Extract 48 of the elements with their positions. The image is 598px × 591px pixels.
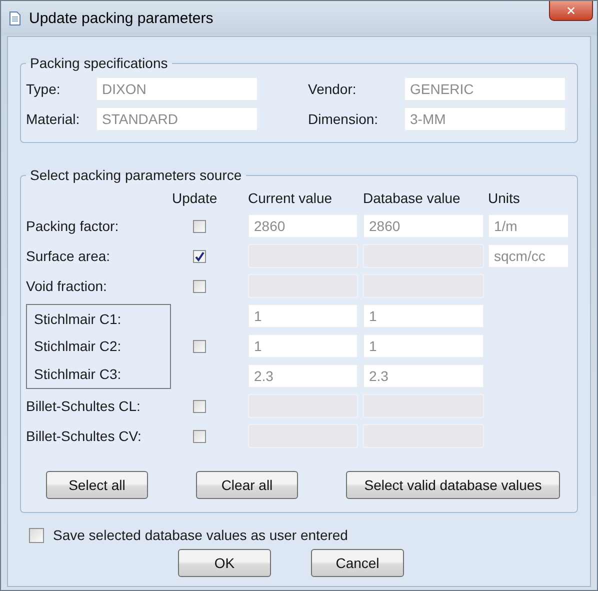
- parameter-label: Stichlmair C3:: [34, 366, 122, 382]
- dialog-button[interactable]: Cancel: [311, 549, 404, 577]
- close-button[interactable]: ✕: [549, 1, 593, 21]
- value-field[interactable]: 1: [248, 334, 358, 358]
- value-field[interactable]: 2860: [248, 214, 358, 238]
- value-field[interactable]: 2.3: [248, 364, 358, 388]
- parameter-label: Void fraction:: [26, 278, 108, 294]
- parameter-label: Stichlmair C2:: [34, 338, 122, 354]
- parameter-label: Surface area:: [26, 248, 112, 264]
- value-field[interactable]: 2.3: [363, 364, 484, 388]
- units-field[interactable]: sqcm/cc: [488, 244, 569, 268]
- field-label: Vendor:: [308, 81, 358, 97]
- column-header: Current value: [248, 190, 334, 206]
- value-field[interactable]: 1: [248, 304, 358, 328]
- text-field[interactable]: 3-MM: [404, 107, 566, 131]
- action-button[interactable]: Select valid database values: [346, 471, 560, 499]
- parameter-label: Billet-Schultes CL:: [26, 398, 142, 414]
- update-checkbox[interactable]: [193, 280, 206, 292]
- save-checkbox[interactable]: [29, 528, 44, 542]
- action-button[interactable]: Select all: [46, 471, 148, 499]
- column-header: Units: [488, 190, 521, 206]
- field-label: Material:: [26, 111, 81, 127]
- text-field[interactable]: DIXON: [96, 77, 258, 101]
- update-checkbox[interactable]: [193, 250, 206, 262]
- text-field[interactable]: GENERIC: [404, 77, 566, 101]
- units-field[interactable]: 1/m: [488, 214, 569, 238]
- text-field[interactable]: STANDARD: [96, 107, 258, 131]
- value-field[interactable]: 2860: [363, 214, 484, 238]
- column-header: Database value: [363, 190, 462, 206]
- parameter-label: Stichlmair C1:: [34, 310, 122, 327]
- document-icon: [9, 10, 21, 26]
- field-label: Dimension:: [308, 111, 380, 127]
- group-title: Select packing parameters source: [29, 167, 243, 183]
- value-field[interactable]: 1: [363, 334, 484, 358]
- field-label: Type:: [26, 81, 62, 97]
- update-checkbox[interactable]: [193, 430, 206, 442]
- window-title: Update packing parameters: [29, 10, 214, 26]
- parameter-label: Billet-Schultes CV:: [26, 428, 142, 444]
- dialog-button[interactable]: OK: [178, 549, 271, 577]
- checkbox-label: Save selected database values as user entered: [53, 527, 348, 543]
- update-checkbox[interactable]: [193, 340, 206, 352]
- parameter-label: Packing factor:: [26, 218, 120, 234]
- action-button[interactable]: Clear all: [196, 471, 298, 499]
- update-checkbox[interactable]: [193, 220, 206, 232]
- group-title: Packing specifications: [29, 55, 169, 71]
- column-header: Update: [172, 190, 218, 206]
- value-field[interactable]: 1: [363, 304, 484, 328]
- update-checkbox[interactable]: [193, 400, 206, 412]
